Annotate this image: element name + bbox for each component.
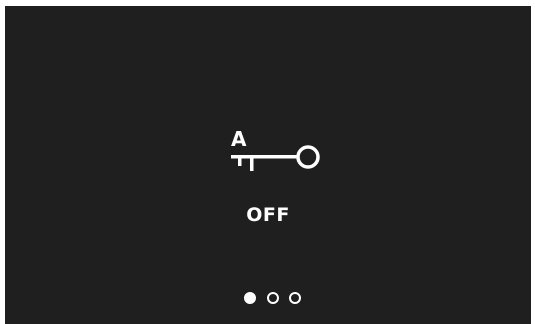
key-letter: A bbox=[231, 127, 247, 151]
key-icon: A bbox=[231, 127, 320, 171]
page-dot-2[interactable] bbox=[267, 292, 279, 304]
page-dot-1[interactable] bbox=[244, 292, 256, 304]
page-indicator bbox=[240, 292, 310, 308]
page-dot-3[interactable] bbox=[289, 292, 301, 304]
status-label: OFF bbox=[246, 204, 290, 226]
device-screen: A OFF bbox=[5, 6, 531, 324]
